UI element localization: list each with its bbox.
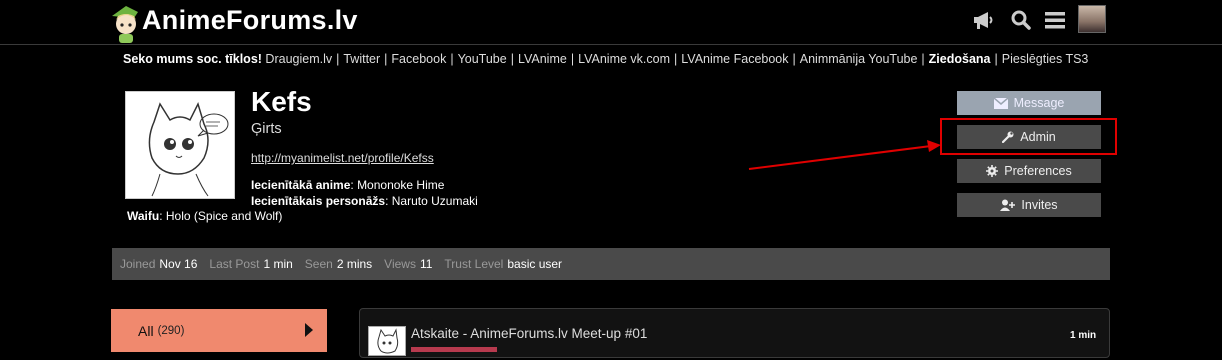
megaphone-icon[interactable] <box>970 8 996 32</box>
waifu-value: Holo (Spice and Wolf) <box>165 209 283 223</box>
preferences-button[interactable]: Preferences <box>957 159 1101 183</box>
caret-right-icon <box>305 323 313 337</box>
last-post-value: 1 min <box>263 257 293 271</box>
bio-fav-character: Iecienītākais personāžs: Naruto Uzumaki <box>251 194 478 208</box>
activity-nav-all[interactable]: All (290) <box>111 309 327 352</box>
bio-fav-anime: Iecienītākā anime: Mononoke Hime <box>251 178 445 192</box>
hamburger-menu-icon[interactable] <box>1042 8 1068 32</box>
profile-real-name: Ģirts <box>251 121 282 137</box>
trust-level-value: basic user <box>507 257 563 271</box>
post-title-link[interactable]: Atskaite - AnimeForums.lv Meet-up #01 <box>411 326 647 341</box>
social-link-draugiem[interactable]: Draugiem.lv <box>265 52 332 66</box>
logo-mascot-icon[interactable] <box>108 4 144 44</box>
social-lead: Seko mums soc. tīklos! <box>123 52 262 66</box>
views-value: 11 <box>419 257 433 271</box>
profile-avatar <box>125 91 235 199</box>
nav-all-label: All <box>138 322 154 339</box>
post-category-badge[interactable] <box>411 347 497 352</box>
envelope-icon <box>993 97 1008 109</box>
fav-character-label: Iecienītākais personāžs <box>251 194 386 208</box>
profile-username: Kefs <box>251 86 312 117</box>
invites-button[interactable]: Invites <box>957 193 1101 217</box>
annotation-highlight-box <box>940 118 1117 155</box>
search-icon[interactable] <box>1008 8 1034 32</box>
social-link-lvanime-vk[interactable]: LVAnime vk.com <box>578 52 670 66</box>
ts3-link[interactable]: Pieslēgties TS3 <box>1002 52 1089 66</box>
social-link-twitter[interactable]: Twitter <box>343 52 380 66</box>
invites-button-label: Invites <box>1021 198 1058 212</box>
user-plus-icon <box>1000 199 1016 211</box>
preferences-button-label: Preferences <box>1004 164 1072 178</box>
fav-anime-label: Iecienītākā anime <box>251 178 351 192</box>
message-button[interactable]: Message <box>957 91 1101 115</box>
message-button-label: Message <box>1013 96 1065 110</box>
gear-icon <box>986 165 999 177</box>
joined-label: Joined <box>120 257 156 271</box>
trust-level-label: Trust Level <box>444 257 504 271</box>
bio-waifu: Waifu: Holo (Spice and Wolf) <box>127 209 283 223</box>
annotation-arrow <box>748 140 941 170</box>
current-user-avatar[interactable] <box>1078 5 1106 33</box>
social-link-youtube[interactable]: YouTube <box>458 52 507 66</box>
social-link-animmanija-youtube[interactable]: Animmānija YouTube <box>800 52 918 66</box>
social-link-lvanime-facebook[interactable]: LVAnime Facebook <box>681 52 788 66</box>
user-stats-bar: Joined Nov 16 Last Post 1 min Seen 2 mins V… <box>112 248 1110 280</box>
views-label: Views <box>384 257 416 271</box>
social-link-facebook[interactable]: Facebook <box>391 52 446 66</box>
nav-all-count: (290) <box>157 324 185 337</box>
seen-value: 2 mins <box>336 257 373 271</box>
fav-anime-value: Mononoke Hime <box>357 178 445 192</box>
joined-value: Nov 16 <box>159 257 198 271</box>
social-link-lvanime[interactable]: LVAnime <box>518 52 567 66</box>
post-time: 1 min <box>1070 330 1097 341</box>
seen-label: Seen <box>304 257 333 271</box>
profile-website-link[interactable]: http://myanimelist.net/profile/Kefss <box>251 151 434 165</box>
site-logo[interactable]: AnimeForums.lv <box>142 4 358 36</box>
donate-link[interactable]: Ziedošana <box>929 52 991 66</box>
waifu-label: Waifu <box>127 209 160 223</box>
last-post-label: Last Post <box>209 257 260 271</box>
fav-character-value: Naruto Uzumaki <box>391 194 478 208</box>
social-links-bar: Seko mums soc. tīklos! Draugiem.lv | Twitt… <box>123 52 1089 66</box>
